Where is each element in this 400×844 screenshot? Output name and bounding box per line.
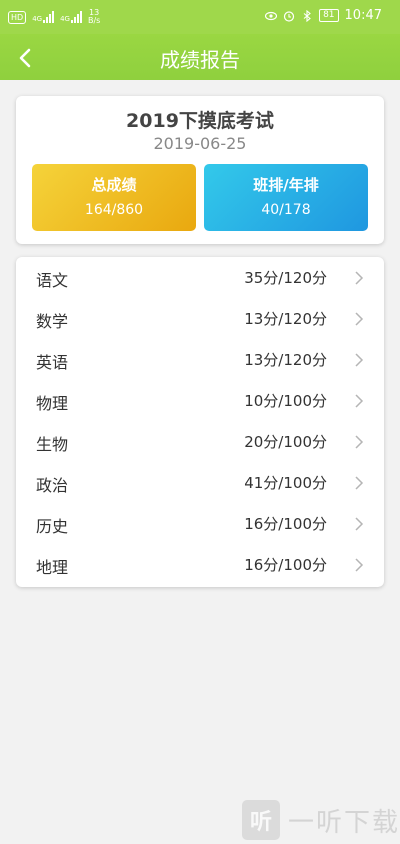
chevron-right-icon <box>355 558 364 572</box>
hd-badge: HD <box>8 10 27 24</box>
chevron-right-icon <box>355 517 364 531</box>
app-bar: 成绩报告 <box>0 34 400 80</box>
alarm-icon <box>283 10 295 22</box>
chevron-right-icon <box>355 353 364 367</box>
eye-icon <box>265 11 278 20</box>
subject-row-physics[interactable]: 物理 10分/100分 <box>16 380 384 421</box>
subject-name: 生物 <box>36 435 69 454</box>
subject-name: 历史 <box>36 517 69 536</box>
subject-score: 20分/100分 <box>244 433 327 451</box>
subject-list: 语文 35分/120分 数学 13分/120分 英语 13分/120分 物理 1… <box>16 257 384 587</box>
network-type-1: 4G <box>32 15 43 23</box>
signal-bars-icon <box>70 11 82 23</box>
subject-name: 物理 <box>36 394 69 413</box>
watermark-logo-char: 听 <box>249 810 272 835</box>
subject-score: 13分/120分 <box>244 310 327 328</box>
subject-row-geography[interactable]: 地理 16分/100分 <box>16 544 384 585</box>
clock: 10:47 <box>344 8 382 23</box>
subject-score: 13分/120分 <box>244 351 327 369</box>
subject-score: 35分/120分 <box>244 269 327 287</box>
rank-box: 班排/年排 40/178 <box>204 164 368 231</box>
total-score-box: 总成绩 164/860 <box>32 164 196 231</box>
chevron-right-icon <box>355 312 364 326</box>
subject-row-history[interactable]: 历史 16分/100分 <box>16 503 384 544</box>
subject-score: 41分/100分 <box>244 474 327 492</box>
speed-unit: B/s <box>87 16 101 25</box>
network-speed: 13 B/s <box>88 9 100 25</box>
status-bar: HD 4G 4G 13 B/s 81 10:47 <box>0 0 400 34</box>
total-score-value: 164/860 <box>84 202 144 218</box>
signal-2: 4G <box>60 11 82 23</box>
total-score-label: 总成绩 <box>91 176 137 194</box>
subject-score: 10分/100分 <box>244 392 327 410</box>
battery-indicator: 81 <box>319 9 339 22</box>
subject-row-chinese[interactable]: 语文 35分/120分 <box>16 257 384 298</box>
watermark: 听 一听下载 <box>242 800 400 840</box>
rank-label: 班排/年排 <box>253 176 319 194</box>
signal-1: 4G <box>32 11 55 23</box>
subject-row-politics[interactable]: 政治 41分/100分 <box>16 462 384 503</box>
signal-bars-icon <box>43 11 55 23</box>
subject-name: 政治 <box>36 476 69 495</box>
subject-score: 16分/100分 <box>244 515 327 533</box>
subject-score: 16分/100分 <box>244 556 327 574</box>
watermark-text: 一听下载 <box>288 807 400 838</box>
exam-title: 2019下摸底考试 <box>126 110 274 132</box>
rank-value: 40/178 <box>261 202 311 218</box>
subject-name: 语文 <box>36 271 69 290</box>
status-left: HD 4G 4G 13 B/s <box>8 9 100 25</box>
subject-name: 数学 <box>36 312 69 331</box>
subject-row-english[interactable]: 英语 13分/120分 <box>16 339 384 380</box>
chevron-right-icon <box>355 271 364 285</box>
exam-date: 2019-06-25 <box>153 134 247 153</box>
subject-name: 英语 <box>36 353 69 372</box>
chevron-right-icon <box>355 476 364 490</box>
bluetooth-icon <box>303 9 311 22</box>
network-type-2: 4G <box>60 15 70 23</box>
exam-summary-card: 2019下摸底考试 2019-06-25 总成绩 164/860 班排/年排 4… <box>16 96 384 244</box>
chevron-right-icon <box>355 394 364 408</box>
page-title: 成绩报告 <box>160 48 240 72</box>
status-right: 81 10:47 <box>265 8 382 23</box>
chevron-right-icon <box>355 435 364 449</box>
subject-row-math[interactable]: 数学 13分/120分 <box>16 298 384 339</box>
subject-name: 地理 <box>36 558 69 577</box>
watermark-logo: 听 <box>242 800 280 840</box>
subject-row-biology[interactable]: 生物 20分/100分 <box>16 421 384 462</box>
